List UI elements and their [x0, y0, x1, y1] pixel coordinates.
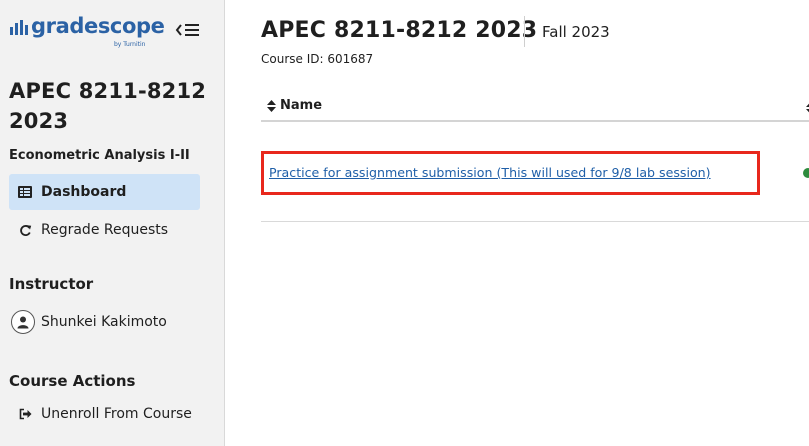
instructor-name: Shunkei Kakimoto: [41, 314, 167, 330]
status-dot-icon: [803, 168, 809, 178]
title-divider: [524, 16, 525, 47]
collapse-sidebar-button[interactable]: [175, 20, 201, 40]
unenroll-button[interactable]: Unenroll From Course: [9, 396, 200, 432]
sidebar-item-label: Dashboard: [41, 184, 127, 200]
name-column-header[interactable]: Name: [267, 98, 322, 113]
sidebar: gradescope by Turnitin APEC 8211-8212 20…: [0, 0, 225, 446]
course-term: Fall 2023: [542, 23, 610, 41]
dashboard-icon: [17, 184, 33, 200]
assignment-link[interactable]: Practice for assignment submission (This…: [269, 165, 711, 180]
collapse-sidebar-icon: [175, 24, 199, 36]
sign-out-icon: [17, 406, 33, 422]
course-id: Course ID: 601687: [261, 52, 374, 66]
sidebar-course-title: APEC 8211-8212 2023: [9, 79, 207, 133]
sidebar-course-subtitle: Econometric Analysis I-II: [9, 148, 190, 163]
gradescope-logo[interactable]: gradescope by Turnitin: [10, 14, 170, 50]
name-column-label: Name: [280, 98, 323, 113]
sidebar-item-label: Regrade Requests: [41, 222, 169, 238]
sidebar-item-dashboard[interactable]: Dashboard: [9, 174, 200, 210]
logo-byline: by Turnitin: [114, 41, 146, 48]
sort-icon: [267, 99, 276, 112]
logo-wordmark: gradescope: [31, 14, 165, 38]
table-row: Practice for assignment submission (This…: [261, 124, 809, 222]
page-title: APEC 8211-8212 2023: [261, 18, 538, 43]
avatar: [11, 310, 35, 334]
sidebar-item-label: Unenroll From Course: [41, 406, 192, 422]
refresh-icon: [17, 222, 33, 238]
user-icon: [17, 316, 29, 329]
assignments-table-header: Name: [261, 95, 809, 122]
instructor-entry[interactable]: Shunkei Kakimoto: [11, 310, 167, 334]
logo-bars-icon: [10, 20, 28, 35]
course-actions-heading: Course Actions: [9, 372, 136, 390]
sidebar-item-regrade-requests[interactable]: Regrade Requests: [9, 212, 200, 248]
instructor-heading: Instructor: [9, 275, 94, 293]
